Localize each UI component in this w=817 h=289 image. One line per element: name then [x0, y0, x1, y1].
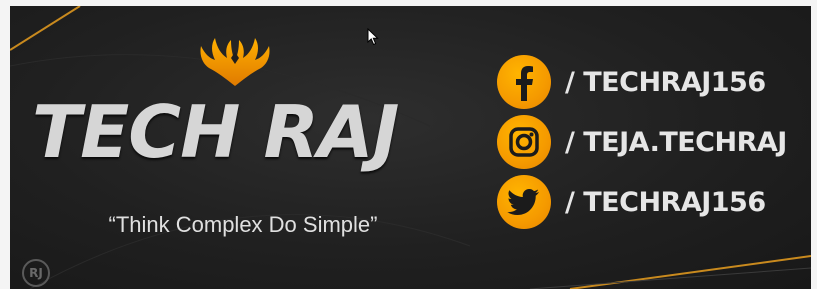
social-item-facebook[interactable]: / TECHRAJ156: [497, 54, 811, 110]
brand-area: TECH RAJ “Think Complex Do Simple” RJ: [10, 6, 460, 289]
corner-logo: RJ: [22, 259, 50, 287]
twitter-handle: / TECHRAJ156: [565, 186, 766, 218]
tagline: “Think Complex Do Simple”: [108, 212, 378, 237]
facebook-handle: / TECHRAJ156: [565, 66, 766, 98]
instagram-handle: / TEJA.TECHRAJ: [565, 126, 787, 158]
phoenix-crest-icon: [200, 38, 270, 86]
mouse-cursor-icon: [367, 28, 379, 46]
twitter-icon[interactable]: [497, 175, 551, 229]
social-item-instagram[interactable]: / TEJA.TECHRAJ: [497, 114, 811, 170]
facebook-icon[interactable]: [497, 55, 551, 109]
social-item-twitter[interactable]: / TECHRAJ156: [497, 174, 811, 230]
brand-title: TECH RAJ: [32, 90, 399, 174]
instagram-icon[interactable]: [497, 115, 551, 169]
banner: TECH RAJ “Think Complex Do Simple” RJ / …: [10, 6, 811, 289]
